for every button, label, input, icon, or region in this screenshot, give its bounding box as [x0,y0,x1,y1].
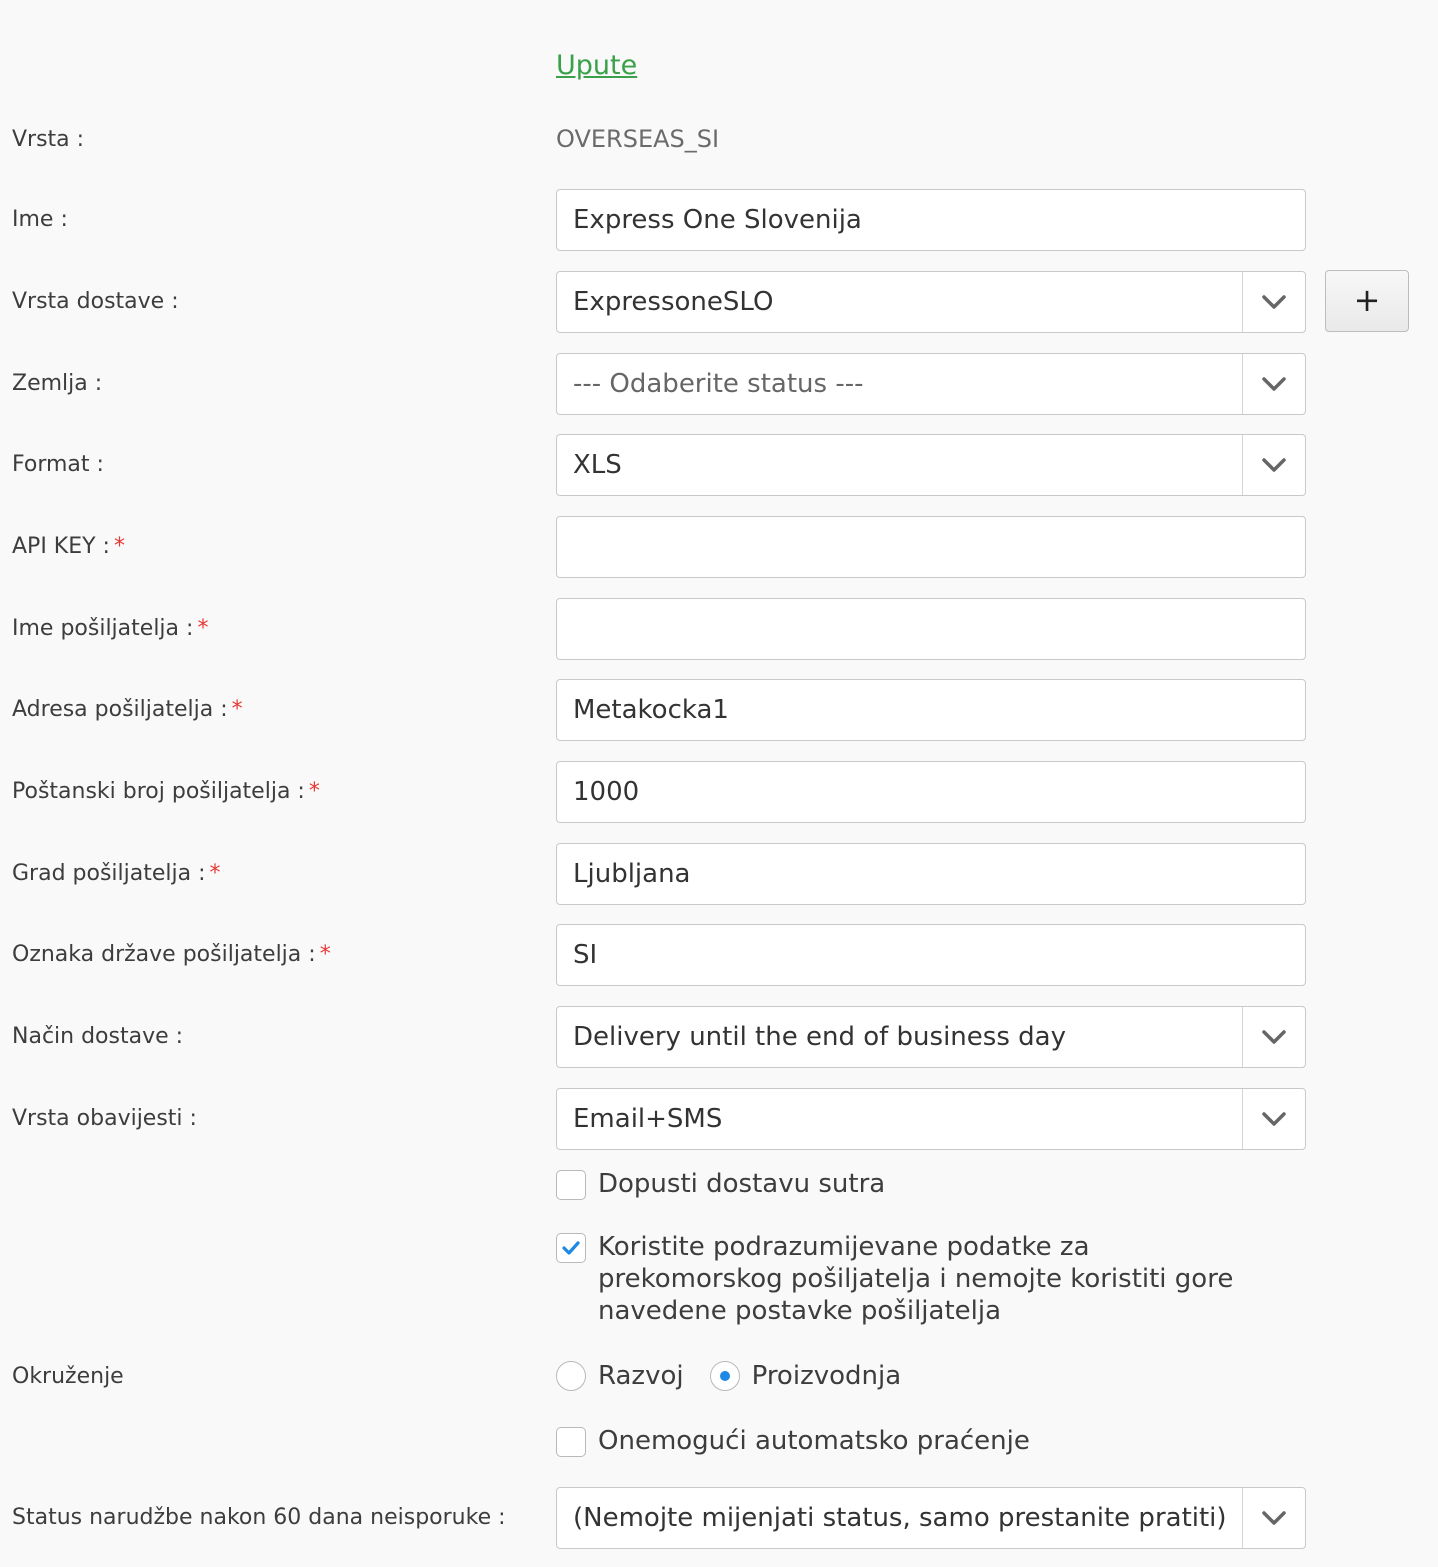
checkmark-icon [562,1241,580,1255]
radio-proizvodnja-label: Proizvodnja [751,1361,902,1391]
api-key-value [573,517,1235,577]
radio-razvoj-label: Razvoj [598,1361,684,1391]
chevron-down-icon[interactable] [1242,272,1305,332]
vrsta-dostave-value: ExpressoneSLO [573,287,774,317]
chevron-down-icon[interactable] [1242,1488,1305,1548]
nacin-dostave-label: Način dostave : [12,1024,184,1049]
radio-proizvodnja-button[interactable] [709,1361,740,1391]
status-narudzbe-label: Status narudžbe nakon 60 dana neisporuke… [12,1505,506,1530]
adresa-posiljatelja-input[interactable]: Metakocka1 [556,679,1306,741]
grad-posiljatelja-input[interactable]: Ljubljana [556,843,1306,905]
format-value: XLS [573,450,622,480]
add-delivery-type-button[interactable]: + [1325,270,1409,332]
koristite-podatke-label: Koristite podrazumijevane podatke za pre… [598,1232,1234,1326]
vrsta-obavijesti-select[interactable]: Email+SMS [556,1088,1306,1150]
koristite-podatke-row[interactable]: Koristite podrazumijevane podatke za pre… [556,1231,1276,1327]
radio-proizvodnja[interactable]: Proizvodnja [709,1361,902,1391]
radio-razvoj-button[interactable] [556,1361,586,1391]
chevron-down-icon[interactable] [1242,1007,1305,1067]
required-marker: * [197,616,209,641]
nacin-dostave-value: Delivery until the end of business day [573,1022,1066,1052]
oznaka-drzave-value: SI [573,940,598,970]
vrsta-dostave-label: Vrsta dostave : [12,289,179,314]
zemlja-select[interactable]: --- Odaberite status --- [556,353,1306,415]
chevron-down-icon[interactable] [1242,354,1305,414]
postanski-broj-value: 1000 [573,777,640,807]
format-select[interactable]: XLS [556,434,1306,496]
zemlja-placeholder: --- Odaberite status --- [573,369,864,399]
format-label: Format : [12,452,104,477]
chevron-down-icon[interactable] [1242,1089,1305,1149]
api-key-input[interactable] [556,516,1306,578]
nacin-dostave-select[interactable]: Delivery until the end of business day [556,1006,1306,1068]
onemoguci-pracenje-row[interactable]: Onemogući automatsko praćenje [556,1425,1030,1457]
vrsta-label: Vrsta : [12,127,85,152]
required-marker: * [319,942,331,967]
api-key-label-text: API KEY : [12,534,110,559]
ime-posiljatelja-label: Ime pošiljatelja : * [12,614,208,644]
grad-posiljatelja-label-text: Grad pošiljatelja : [12,861,206,886]
chevron-down-icon[interactable] [1242,435,1305,495]
oznaka-drzave-label-text: Oznaka države pošiljatelja : [12,942,316,967]
radio-razvoj[interactable]: Razvoj [556,1361,684,1391]
onemoguci-pracenje-checkbox[interactable] [556,1427,586,1457]
dopusti-dostavu-row[interactable]: Dopusti dostavu sutra [556,1168,885,1200]
postanski-broj-label-text: Poštanski broj pošiljatelja : [12,779,305,804]
required-marker: * [113,534,125,559]
postanski-broj-label: Poštanski broj pošiljatelja : * [12,777,320,807]
ime-label: Ime : [12,207,68,232]
onemoguci-pracenje-label: Onemogući automatsko praćenje [598,1426,1030,1456]
grad-posiljatelja-label: Grad pošiljatelja : * [12,859,221,889]
radio-selected-dot [719,1371,730,1381]
adresa-posiljatelja-label-text: Adresa pošiljatelja : [12,697,228,722]
grad-posiljatelja-value: Ljubljana [573,859,691,889]
zemlja-label: Zemlja : [12,371,103,396]
ime-posiljatelja-label-text: Ime pošiljatelja : [12,616,194,641]
postanski-broj-input[interactable]: 1000 [556,761,1306,823]
ime-posiljatelja-value [573,599,1235,659]
adresa-posiljatelja-label: Adresa pošiljatelja : * [12,695,243,725]
ime-input-value: Express One Slovenija [573,205,862,235]
oznaka-drzave-input[interactable]: SI [556,924,1306,986]
status-narudzbe-select[interactable]: (Nemojte mijenjati status, samo prestani… [556,1487,1306,1549]
required-marker: * [209,861,221,886]
ime-input[interactable]: Express One Slovenija [556,189,1306,251]
dopusti-dostavu-checkbox[interactable] [556,1170,586,1200]
vrsta-value: OVERSEAS_SI [556,125,720,153]
required-marker: * [231,697,243,722]
vrsta-obavijesti-value: Email+SMS [573,1104,723,1134]
vrsta-dostave-select[interactable]: ExpressoneSLO [556,271,1306,333]
status-narudzbe-value: (Nemojte mijenjati status, samo prestani… [573,1503,1227,1533]
koristite-podatke-checkbox[interactable] [556,1233,586,1263]
adresa-posiljatelja-value: Metakocka1 [573,695,729,725]
okruzenje-label: Okruženje [12,1364,124,1389]
api-key-label: API KEY : * [12,532,125,562]
dopusti-dostavu-label: Dopusti dostavu sutra [598,1169,886,1199]
upute-link[interactable]: Upute [556,50,637,81]
required-marker: * [308,779,320,804]
vrsta-obavijesti-label: Vrsta obavijesti : [12,1106,197,1131]
oznaka-drzave-label: Oznaka države pošiljatelja : * [12,940,331,970]
ime-posiljatelja-input[interactable] [556,598,1306,660]
okruzenje-radio-group: Razvoj Proizvodnja [556,1361,927,1391]
